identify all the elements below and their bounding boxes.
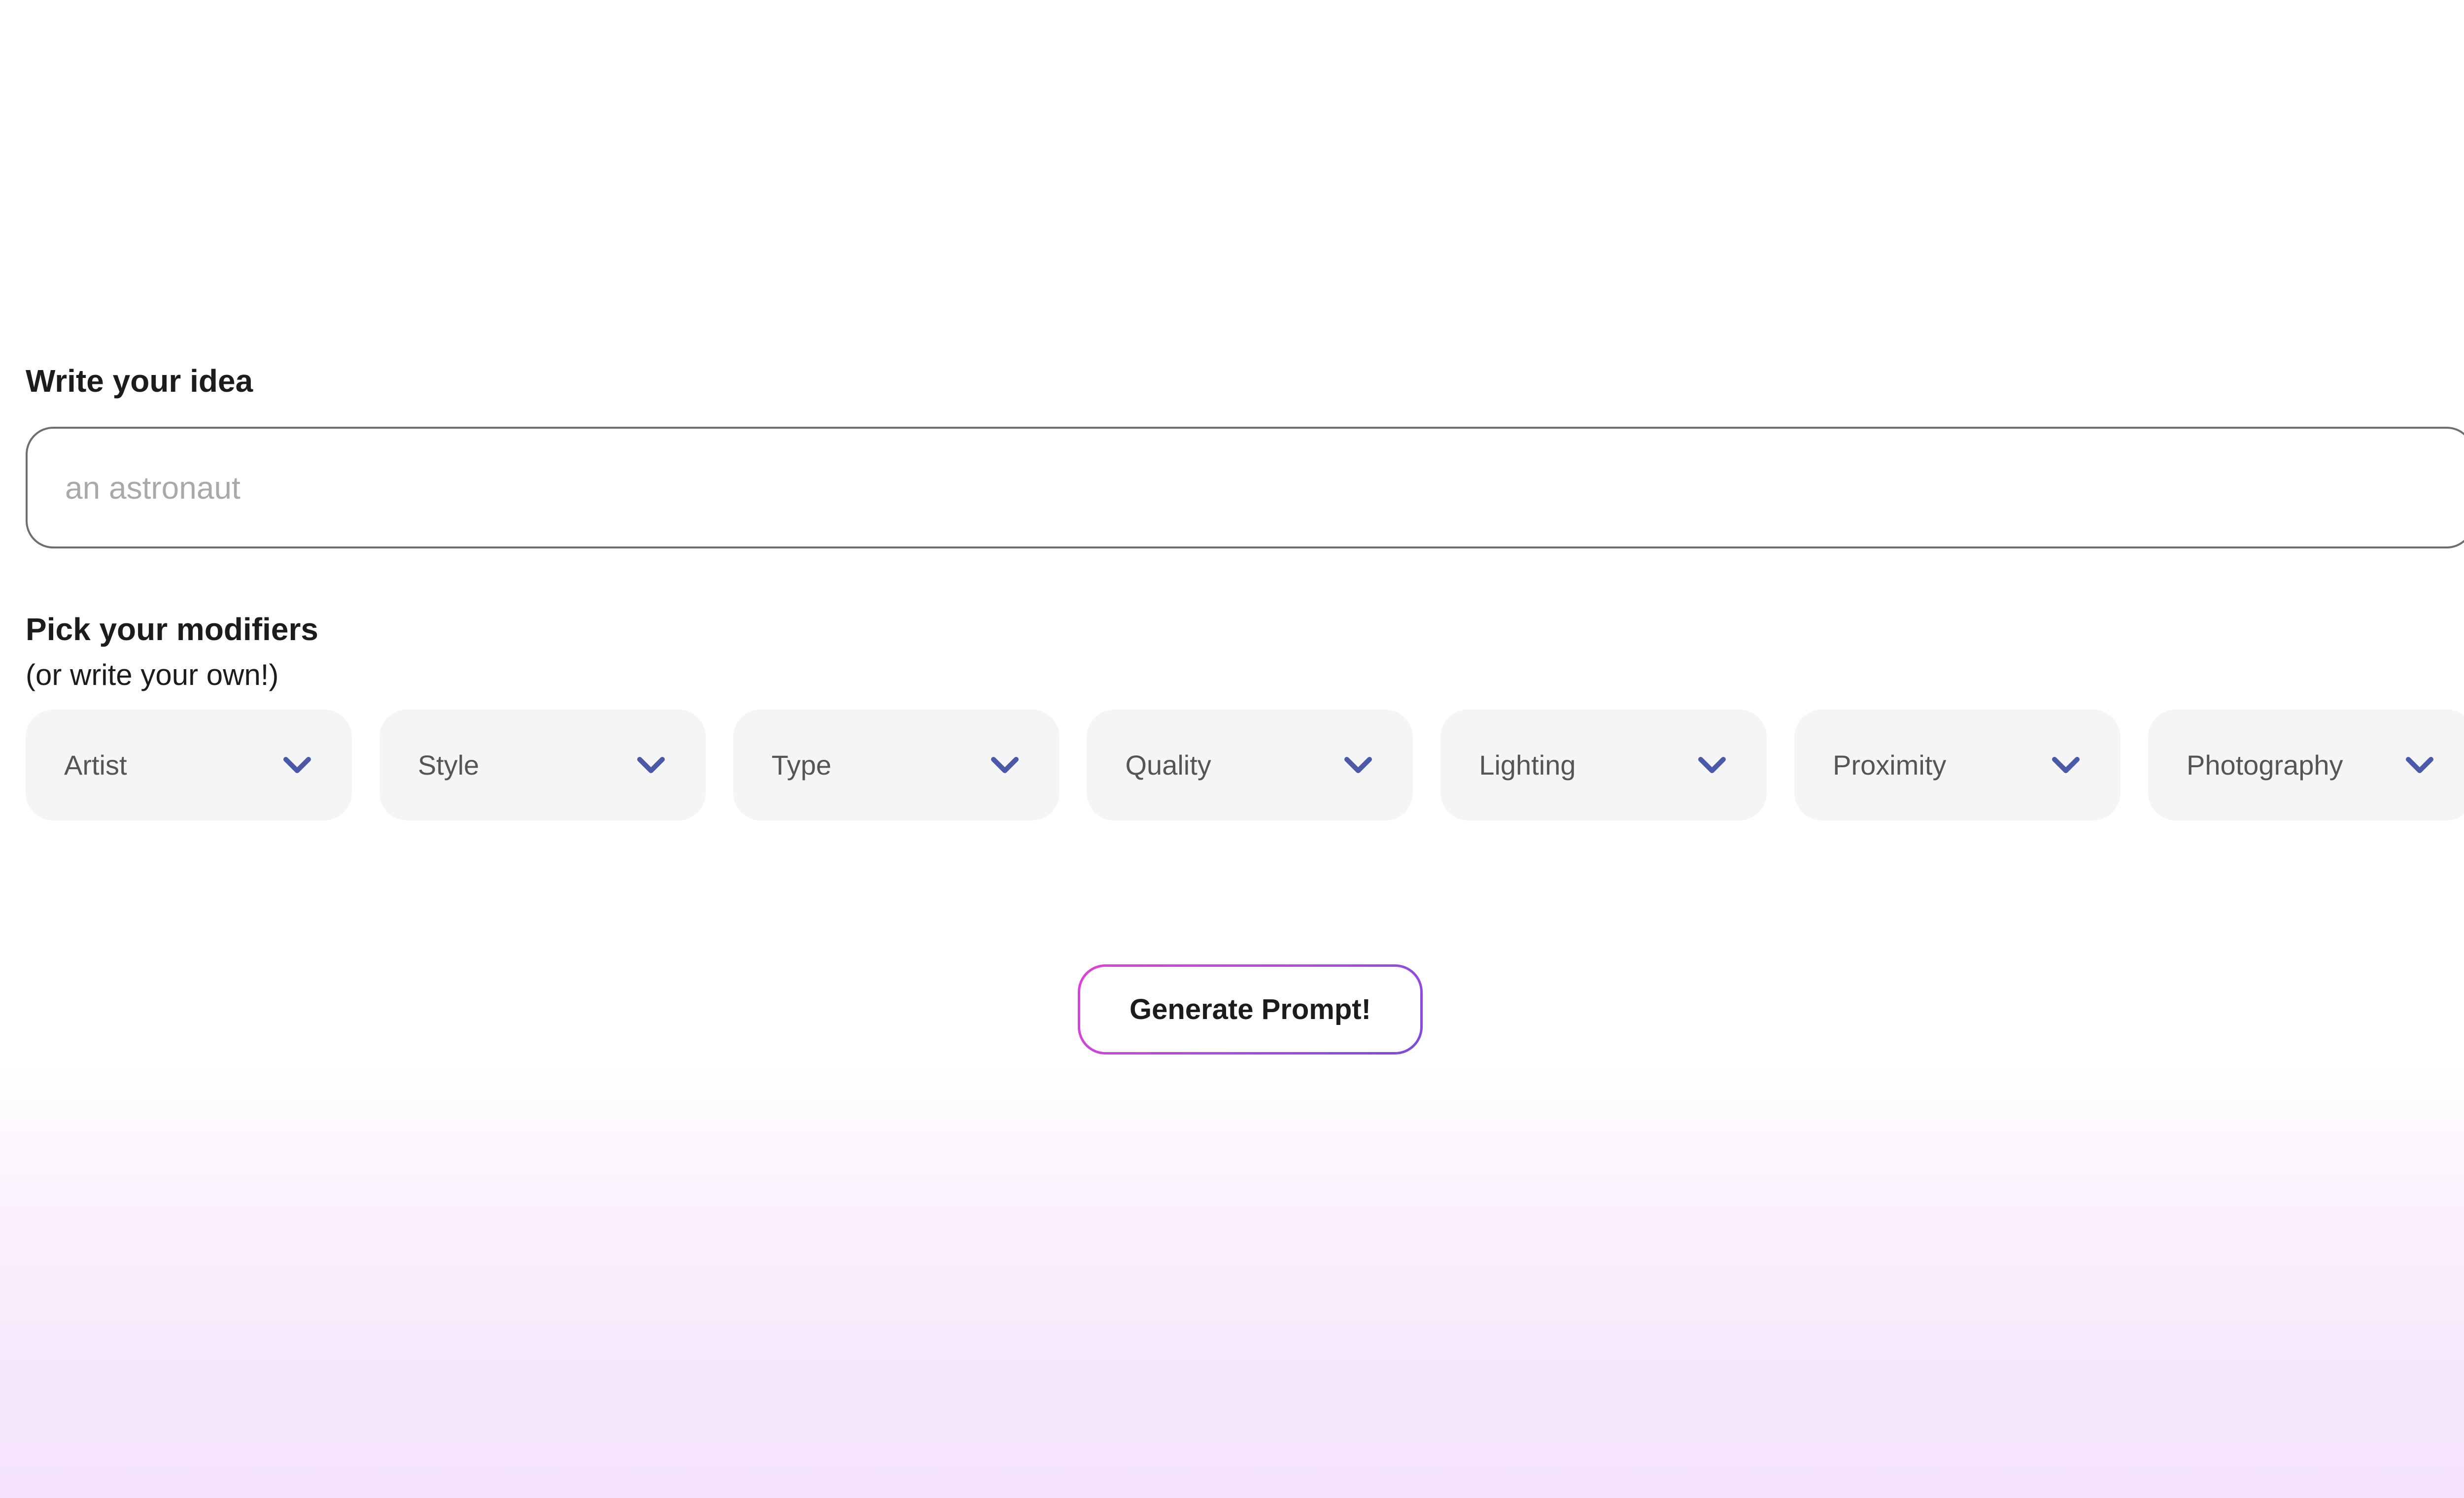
- photography-dropdown[interactable]: Photography: [2148, 710, 2464, 820]
- chevron-down-icon: [2405, 756, 2433, 773]
- modifiers-heading: Pick your modifiers: [26, 612, 318, 647]
- chevron-down-icon: [1698, 756, 1726, 773]
- modifiers-subheading: (or write your own!): [26, 658, 279, 691]
- idea-heading: Write your idea: [26, 363, 253, 399]
- chevron-down-icon: [991, 756, 1019, 773]
- modifier-dropdown-row: Artist Style Type Quality Lighting Proxi…: [26, 710, 2464, 820]
- chevron-down-icon: [2052, 756, 2080, 773]
- dropdown-label: Artist: [64, 749, 127, 781]
- chevron-down-icon: [1344, 756, 1372, 773]
- type-dropdown[interactable]: Type: [733, 710, 1060, 820]
- generate-prompt-button[interactable]: Generate Prompt!: [1078, 964, 1423, 1055]
- quality-dropdown[interactable]: Quality: [1087, 710, 1413, 820]
- dropdown-label: Style: [417, 749, 479, 781]
- dropdown-label: Photography: [2186, 749, 2343, 781]
- dropdown-label: Quality: [1125, 749, 1211, 781]
- lighting-dropdown[interactable]: Lighting: [1440, 710, 1767, 820]
- dropdown-label: Type: [771, 749, 832, 781]
- artist-dropdown[interactable]: Artist: [26, 710, 352, 820]
- chevron-down-icon: [283, 756, 311, 773]
- style-dropdown[interactable]: Style: [379, 710, 706, 820]
- idea-input[interactable]: [26, 427, 2464, 548]
- dropdown-label: Proximity: [1833, 749, 1947, 781]
- chevron-down-icon: [637, 756, 665, 773]
- dropdown-label: Lighting: [1479, 749, 1576, 781]
- proximity-dropdown[interactable]: Proximity: [1794, 710, 2121, 820]
